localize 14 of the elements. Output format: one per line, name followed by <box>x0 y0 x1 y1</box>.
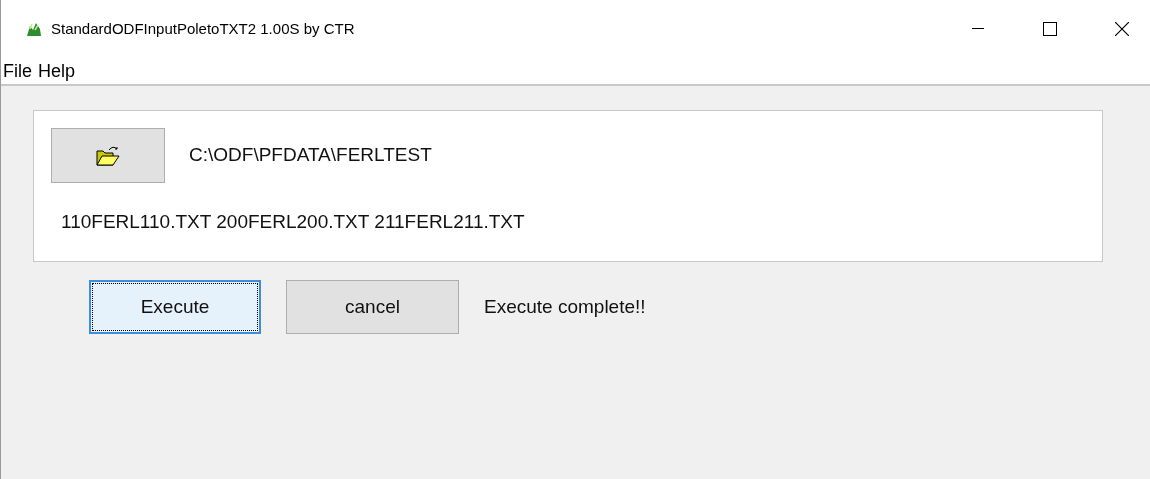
menu-item[interactable]: Help <box>38 57 76 85</box>
folder-path: C:\ODF\PFDATA\FERLTEST <box>189 143 432 168</box>
file-list: 110FERL110.TXT 200FERL200.TXT 211FERL211.TXT <box>61 208 1102 237</box>
action-button[interactable]: Execute <box>89 280 261 334</box>
app-icon <box>26 21 42 37</box>
window-title: StandardODFInputPoletoTXT2 1.00S by CTR <box>51 18 355 39</box>
open-folder-icon <box>95 144 121 167</box>
maximize-icon <box>1043 22 1057 36</box>
minimize-icon <box>972 28 984 30</box>
action-button[interactable]: cancel <box>286 280 459 334</box>
close-icon <box>1115 22 1129 36</box>
menu-item[interactable]: File <box>3 57 32 85</box>
status-message: Execute complete!! <box>484 294 646 319</box>
open-folder-button[interactable] <box>51 128 165 183</box>
